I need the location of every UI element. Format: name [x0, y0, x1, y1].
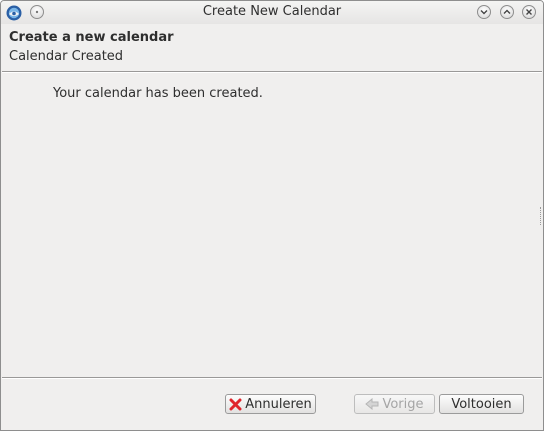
finish-button[interactable]: Voltooien — [439, 394, 524, 414]
confirmation-message: Your calendar has been created. — [53, 86, 263, 101]
resize-grip[interactable] — [540, 207, 543, 225]
back-button-label: Vorige — [382, 396, 424, 412]
back-arrow-icon — [365, 398, 379, 410]
close-icon[interactable] — [522, 5, 536, 19]
cancel-button-label: Annuleren — [245, 396, 312, 412]
title-bar[interactable]: Create New Calendar — [1, 1, 543, 24]
page-subtitle: Calendar Created — [9, 49, 124, 64]
maximize-icon[interactable] — [500, 5, 514, 19]
page-title: Create a new calendar — [9, 30, 174, 45]
dialog-window: Create New Calendar Create a new calenda… — [0, 0, 544, 431]
wizard-header: Create a new calendar Calendar Created — [1, 24, 543, 71]
window-title: Create New Calendar — [202, 4, 342, 19]
back-button[interactable]: Vorige — [354, 394, 435, 414]
footer-divider-highlight — [2, 378, 542, 379]
header-divider-highlight — [2, 72, 542, 73]
cancel-x-icon — [229, 398, 242, 411]
cancel-button[interactable]: Annuleren — [225, 394, 316, 414]
finish-button-label: Voltooien — [451, 396, 512, 412]
minimize-icon[interactable] — [477, 5, 491, 19]
